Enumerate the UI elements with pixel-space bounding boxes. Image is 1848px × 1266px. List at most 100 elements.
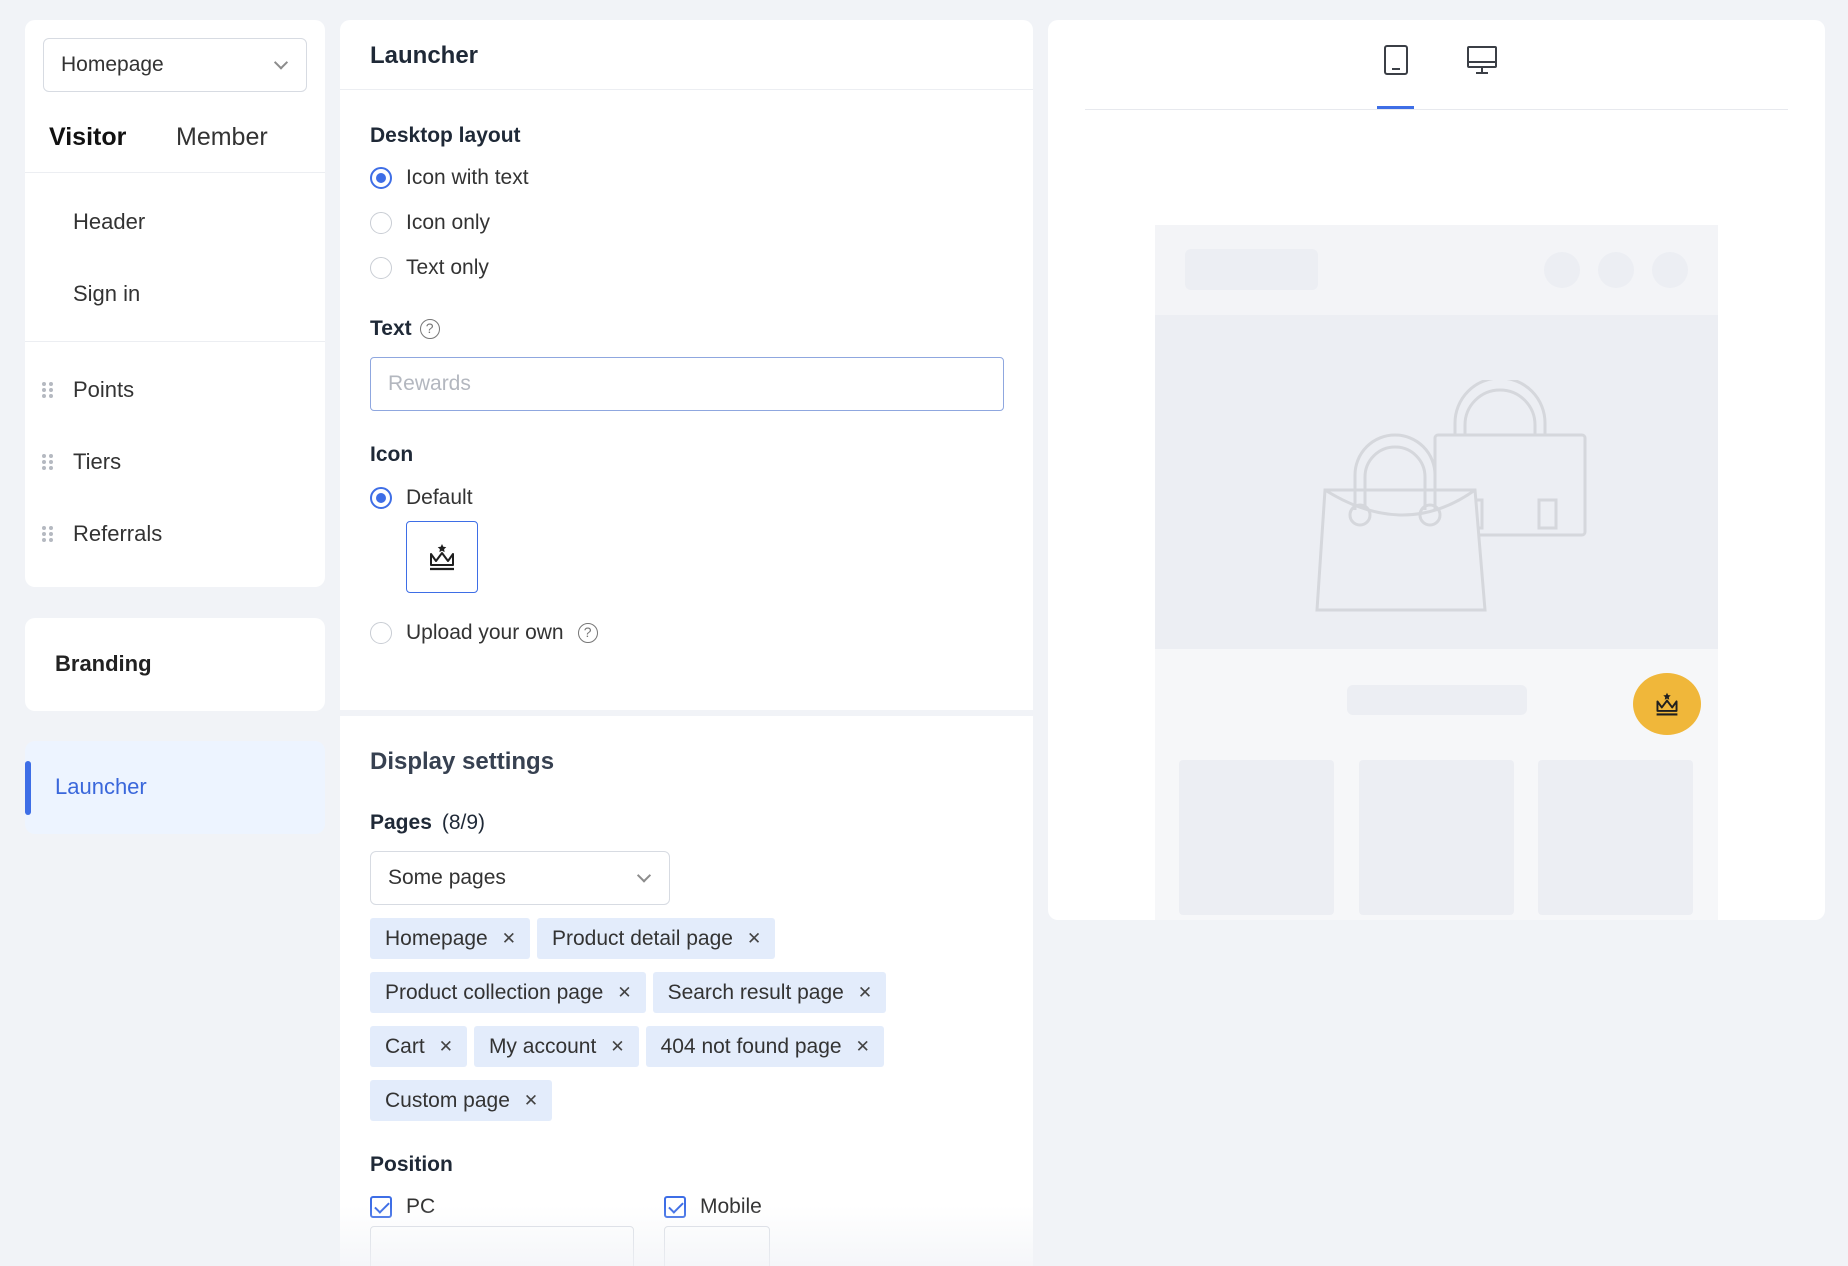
tag-label: 404 not found page [660,1034,842,1058]
default-icon-preview[interactable] [406,521,478,593]
tag-label: Homepage [385,926,488,950]
page-select-value: Homepage [61,53,164,76]
active-indicator [25,761,31,815]
tag-cart: Cart ✕ [370,1026,467,1067]
section-title: Display settings [370,748,555,775]
checkbox[interactable] [664,1196,686,1218]
display-settings-card: Display settings Pages (8/9) Some pages … [340,716,1033,1266]
drag-handle-icon[interactable] [42,382,54,398]
divider [25,341,325,342]
sidebar-item-launcher[interactable]: Launcher [25,741,325,834]
radio-label: Icon with text [406,166,529,189]
pages-select[interactable]: Some pages [370,851,670,905]
sidebar-item-points[interactable]: Points [73,377,134,403]
radio-text-only[interactable]: Text only [370,256,489,280]
pc-position-select[interactable] [370,1226,634,1266]
checkbox-label: PC [406,1195,436,1218]
close-icon[interactable]: ✕ [610,1037,624,1057]
radio-label: Text only [406,256,489,279]
sidebar-item-branding[interactable]: Branding [25,618,325,711]
divider [25,172,325,173]
radio-button[interactable] [370,487,392,509]
text-label-row: Text ? [370,317,440,341]
page-select[interactable]: Homepage [43,38,307,92]
tag-label: Custom page [385,1088,510,1112]
checkbox-pc[interactable]: PC [370,1195,435,1219]
mobile-position-select[interactable] [664,1226,770,1266]
tag-product-collection: Product collection page ✕ [370,972,646,1013]
position-label: Position [370,1153,453,1176]
launcher-nav-label: Launcher [55,774,147,799]
tag-label: My account [488,1034,597,1058]
close-icon[interactable]: ✕ [502,929,516,949]
drag-handle-icon[interactable] [42,454,54,470]
radio-icon-only[interactable]: Icon only [370,211,490,235]
preview-card [1048,20,1825,920]
launcher-preview-button[interactable] [1633,673,1701,735]
pages-label: Pages [370,811,432,834]
close-icon[interactable]: ✕ [617,983,631,1003]
tab-mobile-preview[interactable] [1377,44,1415,84]
tag-product-detail: Product detail page ✕ [536,918,776,959]
close-icon[interactable]: ✕ [439,1037,453,1057]
radio-button[interactable] [370,212,392,234]
tag-label: Cart [385,1034,425,1058]
page-title: Launcher [370,42,479,69]
branding-label: Branding [55,651,152,676]
checkbox-mobile[interactable]: Mobile [664,1195,762,1219]
desktop-icon [1467,46,1497,74]
page-tags: Homepage ✕ Product detail page ✕ Product c… [370,918,970,1121]
tag-label: Product collection page [385,980,604,1004]
nav-card: Homepage Visitor Member Header Sign in P… [25,20,325,587]
radio-button[interactable] [370,167,392,189]
icon-label: Icon [370,443,414,466]
radio-icon-default[interactable]: Default [370,486,473,510]
launcher-text-input[interactable] [370,357,1004,411]
mock-icon [1598,252,1634,288]
mock-product [1359,760,1514,915]
close-icon[interactable]: ✕ [858,983,872,1003]
shopping-bag-icon [1315,380,1587,612]
pages-label-row: Pages (8/9) [370,811,485,835]
drag-handle-icon[interactable] [42,526,54,542]
close-icon[interactable]: ✕ [747,929,761,949]
mock-icon [1652,252,1688,288]
divider [1085,109,1788,110]
radio-label: Default [406,486,473,509]
mock-icon [1544,252,1580,288]
radio-icon-with-text[interactable]: Icon with text [370,166,529,190]
mobile-icon [1384,45,1408,75]
radio-button[interactable] [370,622,392,644]
text-label: Text [370,317,412,340]
tab-member[interactable]: Member [176,123,268,152]
chevron-down-icon [273,55,289,70]
divider [340,89,1033,90]
sidebar-item-referrals[interactable]: Referrals [73,521,162,547]
close-icon[interactable]: ✕ [856,1037,870,1057]
desktop-layout-label: Desktop layout [370,124,521,147]
radio-button[interactable] [370,257,392,279]
sidebar-item-header[interactable]: Header [73,209,145,235]
chevron-down-icon [636,868,652,883]
sidebar-item-tiers[interactable]: Tiers [73,449,121,475]
radio-label: Upload your own [406,621,564,644]
tag-label: Search result page [667,980,844,1004]
mock-product [1179,760,1334,915]
tag-my-account: My account ✕ [473,1026,639,1067]
pages-count: (8/9) [441,811,486,834]
tag-search-result: Search result page ✕ [652,972,887,1013]
help-icon[interactable]: ? [419,319,440,339]
tag-homepage: Homepage ✕ [370,918,530,959]
checkbox[interactable] [370,1196,392,1218]
radio-label: Icon only [406,211,491,234]
storefront-mockup [1155,225,1718,920]
pages-select-value: Some pages [388,866,506,889]
close-icon[interactable]: ✕ [524,1091,538,1111]
crown-icon [1656,692,1678,716]
help-icon[interactable]: ? [577,623,598,643]
sidebar-item-sign-in[interactable]: Sign in [73,281,140,307]
tab-desktop-preview[interactable] [1463,44,1501,84]
radio-icon-upload[interactable]: Upload your own ? [370,621,598,645]
crown-icon [430,544,454,571]
tab-visitor[interactable]: Visitor [49,123,126,152]
